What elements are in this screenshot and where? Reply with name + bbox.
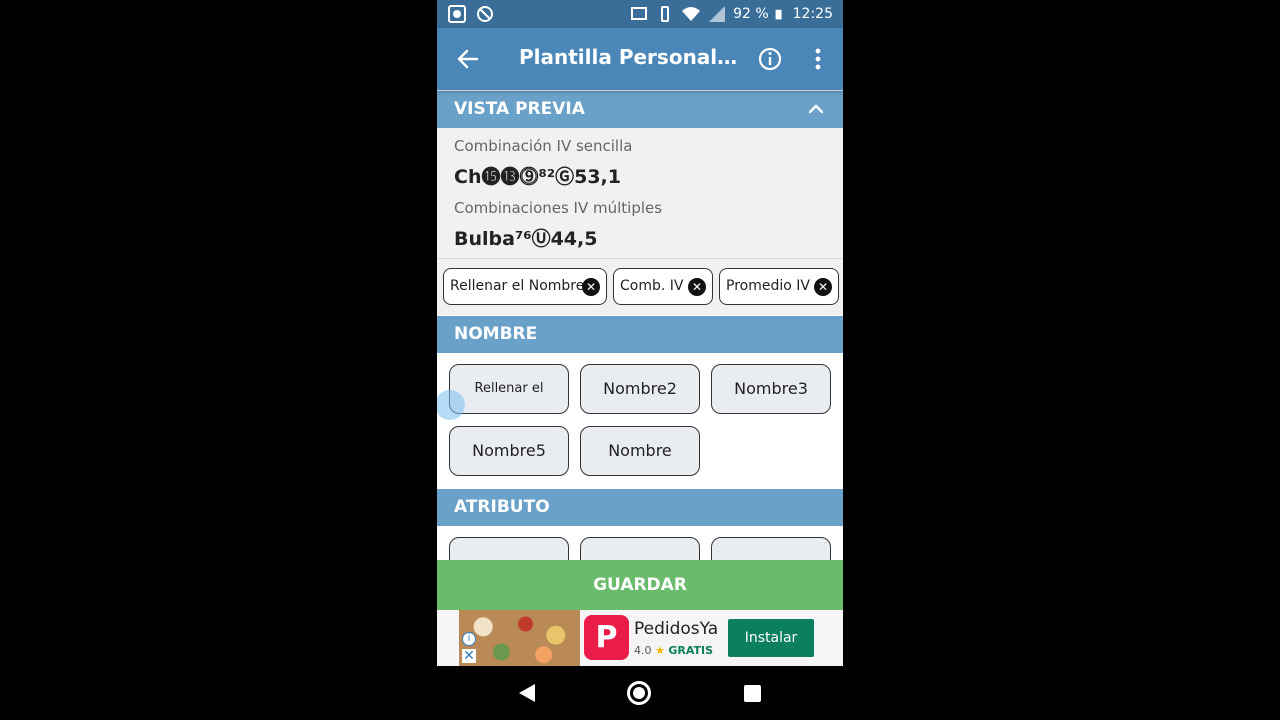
- status-bar: 92 % 12:25: [437, 0, 843, 28]
- more-vert-icon[interactable]: [805, 46, 831, 72]
- info-icon[interactable]: [757, 46, 783, 72]
- nav-recent-icon[interactable]: [744, 685, 761, 702]
- no-disturb-icon: [477, 6, 493, 22]
- ad-rating: 4.0 ★ GRATIS: [634, 644, 713, 657]
- ad-rating-value: 4.0: [634, 644, 652, 657]
- chip-label: Comb. IV: [620, 278, 684, 294]
- install-button[interactable]: Instalar: [728, 619, 814, 657]
- star-icon: ★: [655, 644, 665, 657]
- ad-free-label: GRATIS: [668, 644, 714, 657]
- preview-section-header[interactable]: VISTA PREVIA: [437, 91, 843, 128]
- single-iv-value: Ch⓯⓭⓽⁸²Ⓖ53,1: [454, 166, 621, 188]
- ad-banner[interactable]: i ✕ P PedidosYa 4.0 ★ GRATIS Instalar: [437, 610, 843, 666]
- nav-back-icon[interactable]: [517, 683, 537, 703]
- chip-iv-average[interactable]: Promedio IV ✕: [719, 268, 839, 305]
- attribute-options: [437, 526, 843, 560]
- back-arrow-icon[interactable]: [455, 46, 481, 72]
- save-button[interactable]: GUARDAR: [437, 560, 843, 610]
- single-iv-label: Combinación IV sencilla: [454, 137, 633, 155]
- chip-label: Promedio IV: [726, 278, 810, 294]
- ad-app-logo: P: [584, 615, 629, 660]
- app-screen: 92 % 12:25 Plantilla Personalizada VISTA…: [437, 0, 843, 666]
- close-icon[interactable]: ✕: [814, 278, 832, 296]
- wifi-icon: [682, 7, 701, 21]
- close-icon[interactable]: ✕: [688, 278, 706, 296]
- attribute-header-label: ATRIBUTO: [454, 497, 550, 517]
- name-button[interactable]: Nombre: [580, 426, 700, 476]
- battery-icon: [775, 9, 782, 20]
- screenshot-icon: [448, 5, 466, 23]
- attribute-button[interactable]: [449, 537, 569, 560]
- page-title: Plantilla Personalizada: [519, 45, 739, 69]
- vibrate-icon: [661, 6, 670, 22]
- close-icon[interactable]: ✕: [582, 278, 600, 296]
- preview-panel: Combinación IV sencilla Ch⓯⓭⓽⁸²Ⓖ53,1 Com…: [437, 128, 843, 259]
- signal-icon: [709, 6, 726, 22]
- attribute-section-header: ATRIBUTO: [437, 489, 843, 526]
- name5-button[interactable]: Nombre5: [449, 426, 569, 476]
- ad-app-name: PedidosYa: [634, 619, 719, 639]
- name-section-header: NOMBRE: [437, 316, 843, 353]
- name2-button[interactable]: Nombre2: [580, 364, 700, 414]
- multi-iv-value: Bulba⁷⁶Ⓤ44,5: [454, 228, 598, 250]
- navigation-bar: [437, 666, 843, 720]
- battery-percent: 92 %: [733, 6, 769, 22]
- name-header-label: NOMBRE: [454, 324, 538, 344]
- chevron-up-icon[interactable]: [807, 100, 825, 118]
- ad-info-icon[interactable]: i: [462, 632, 476, 646]
- ad-close-icon[interactable]: ✕: [462, 649, 476, 663]
- name-options: Rellenar el Nombre Nombre2 Nombre3 Nombr…: [437, 353, 843, 488]
- nav-home-icon[interactable]: [627, 681, 651, 705]
- cast-icon: [631, 7, 648, 20]
- name3-button[interactable]: Nombre3: [711, 364, 831, 414]
- chip-iv-comb[interactable]: Comb. IV ✕: [613, 268, 713, 305]
- fill-name-button[interactable]: Rellenar el Nombre: [449, 364, 569, 444]
- ad-food-image: [459, 610, 580, 666]
- selected-tokens: Rellenar el Nombre ✕ Comb. IV ✕ Promedio…: [437, 259, 843, 315]
- attribute-button[interactable]: [580, 537, 700, 560]
- app-bar: Plantilla Personalizada: [437, 28, 843, 90]
- preview-header-label: VISTA PREVIA: [454, 99, 585, 119]
- chip-fill-name[interactable]: Rellenar el Nombre ✕: [443, 268, 607, 305]
- attribute-button[interactable]: [711, 537, 831, 560]
- chip-label: Rellenar el Nombre: [450, 278, 585, 294]
- clock: 12:25: [792, 6, 833, 22]
- multi-iv-label: Combinaciones IV múltiples: [454, 199, 663, 217]
